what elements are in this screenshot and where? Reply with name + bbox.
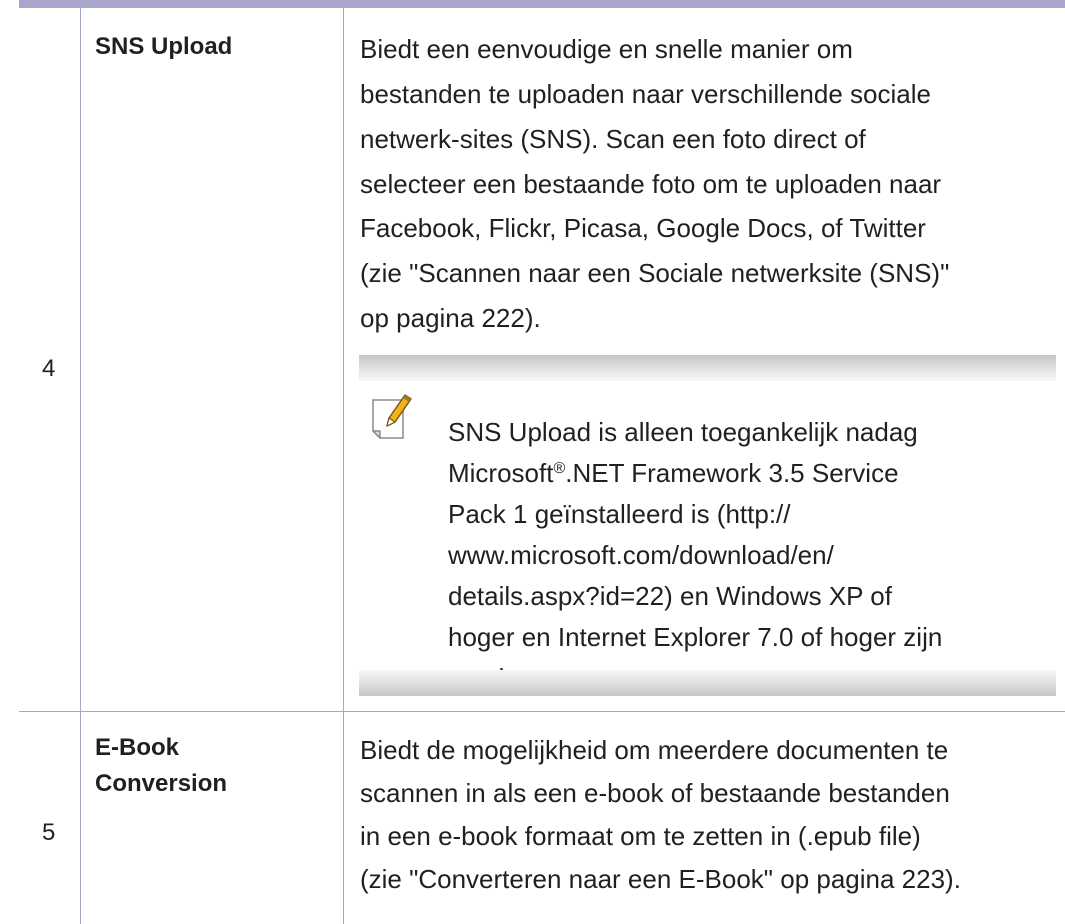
description-line: (zie "Scannen naar een Sociale netwerksi… xyxy=(360,258,950,288)
description-line: netwerk-sites (SNS). Scan een foto direc… xyxy=(360,124,866,154)
note-pencil-icon xyxy=(370,392,414,442)
column-divider-feature xyxy=(343,8,344,924)
description-line: (zie "Converteren naar een E-Book" op pa… xyxy=(360,864,961,894)
description-line: Biedt een eenvoudige en snelle manier om xyxy=(360,34,853,64)
note-bottom-bar xyxy=(359,670,1056,696)
note-line: SNS Upload is alleen toegankelijk nadag xyxy=(448,417,918,447)
note-line: Microsoft®.NET Framework 3.5 Service xyxy=(448,453,942,494)
note-framework: .NET Framework 3.5 Service xyxy=(565,458,899,488)
description-line: selecteer een bestaande foto om te uploa… xyxy=(360,169,942,199)
registered-mark: ® xyxy=(553,460,566,477)
note-top-bar xyxy=(359,355,1056,381)
feature-name-line: Conversion xyxy=(95,770,228,797)
description-line: Facebook, Flickr, Picasa, Google Docs, o… xyxy=(360,213,926,243)
note-microsoft: Microsoft xyxy=(448,458,554,488)
row-divider xyxy=(19,711,1065,712)
note-text: SNS Upload is alleen toegankelijk nadag … xyxy=(448,412,942,699)
description-line: Biedt de mogelijkheid om meerdere docume… xyxy=(360,735,949,765)
description-line: bestanden te uploaden naar verschillende… xyxy=(360,79,931,109)
description-line: scannen in als een e-book of bestaande b… xyxy=(360,778,950,808)
feature-name-sns-upload: SNS Upload xyxy=(95,33,233,60)
column-divider-number xyxy=(80,8,81,924)
row-number-5: 5 xyxy=(42,819,56,846)
description-line: in een e-book formaat om te zetten in (.… xyxy=(360,821,921,851)
feature-name-line: E-Book xyxy=(95,734,179,761)
note-line: www.microsoft.com/download/en/ xyxy=(448,540,834,570)
row-number-4: 4 xyxy=(42,355,56,382)
note-line: Pack 1 geïnstalleerd is (http:// xyxy=(448,499,791,529)
table-top-rule xyxy=(19,0,1065,8)
note-line: details.aspx?id=22) en Windows XP of xyxy=(448,581,892,611)
description-line: op pagina 222). xyxy=(360,303,541,333)
note-line: hoger en Internet Explorer 7.0 of hoger … xyxy=(448,622,943,652)
